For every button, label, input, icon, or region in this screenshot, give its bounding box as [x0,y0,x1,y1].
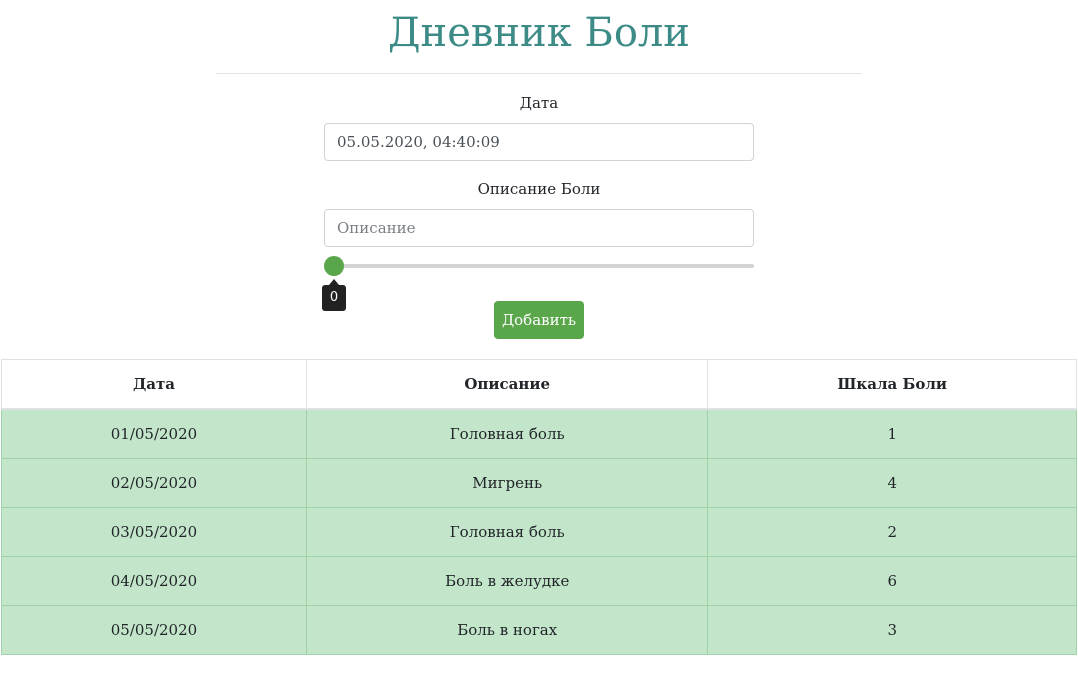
description-input[interactable] [324,209,754,247]
page-title: Дневник Боли [388,10,690,56]
cell-pain-scale: 3 [707,605,1077,655]
date-field[interactable] [324,123,754,161]
cell-description: Головная боль [305,408,709,459]
cell-description: Боль в ногах [305,605,709,655]
table-row: 02/05/2020 Мигрень 4 [1,458,1077,508]
date-label: Дата [519,94,559,112]
cell-pain-scale: 4 [707,458,1077,508]
cell-date: 04/05/2020 [1,556,307,606]
table-row: 01/05/2020 Головная боль 1 [1,408,1077,459]
table-row: 04/05/2020 Боль в желудке 6 [1,556,1077,606]
pain-scale-slider-track[interactable] [334,264,754,268]
cell-date: 01/05/2020 [1,408,307,459]
table-header-row: Дата Описание Шкала Боли [1,359,1077,410]
pain-diary-page: Дневник Боли Дата Описание Боли 0 Добави… [0,0,1078,678]
slider-value-tooltip: 0 [322,285,346,311]
cell-date: 02/05/2020 [1,458,307,508]
cell-date: 05/05/2020 [1,605,307,655]
column-header-date: Дата [1,359,307,410]
add-button[interactable]: Добавить [494,301,584,339]
cell-pain-scale: 1 [707,408,1077,459]
description-label: Описание Боли [477,180,601,198]
column-header-description: Описание [305,359,709,410]
pain-diary-table: Дата Описание Шкала Боли 01/05/2020 Голо… [1,359,1077,655]
cell-description: Боль в желудке [305,556,709,606]
title-divider [216,73,862,74]
table-row: 03/05/2020 Головная боль 2 [1,507,1077,557]
cell-description: Головная боль [305,507,709,557]
cell-date: 03/05/2020 [1,507,307,557]
cell-description: Мигрень [305,458,709,508]
cell-pain-scale: 6 [707,556,1077,606]
table-row: 05/05/2020 Боль в ногах 3 [1,605,1077,655]
column-header-pain-scale: Шкала Боли [707,359,1077,410]
cell-pain-scale: 2 [707,507,1077,557]
pain-scale-slider-handle[interactable] [324,256,344,276]
